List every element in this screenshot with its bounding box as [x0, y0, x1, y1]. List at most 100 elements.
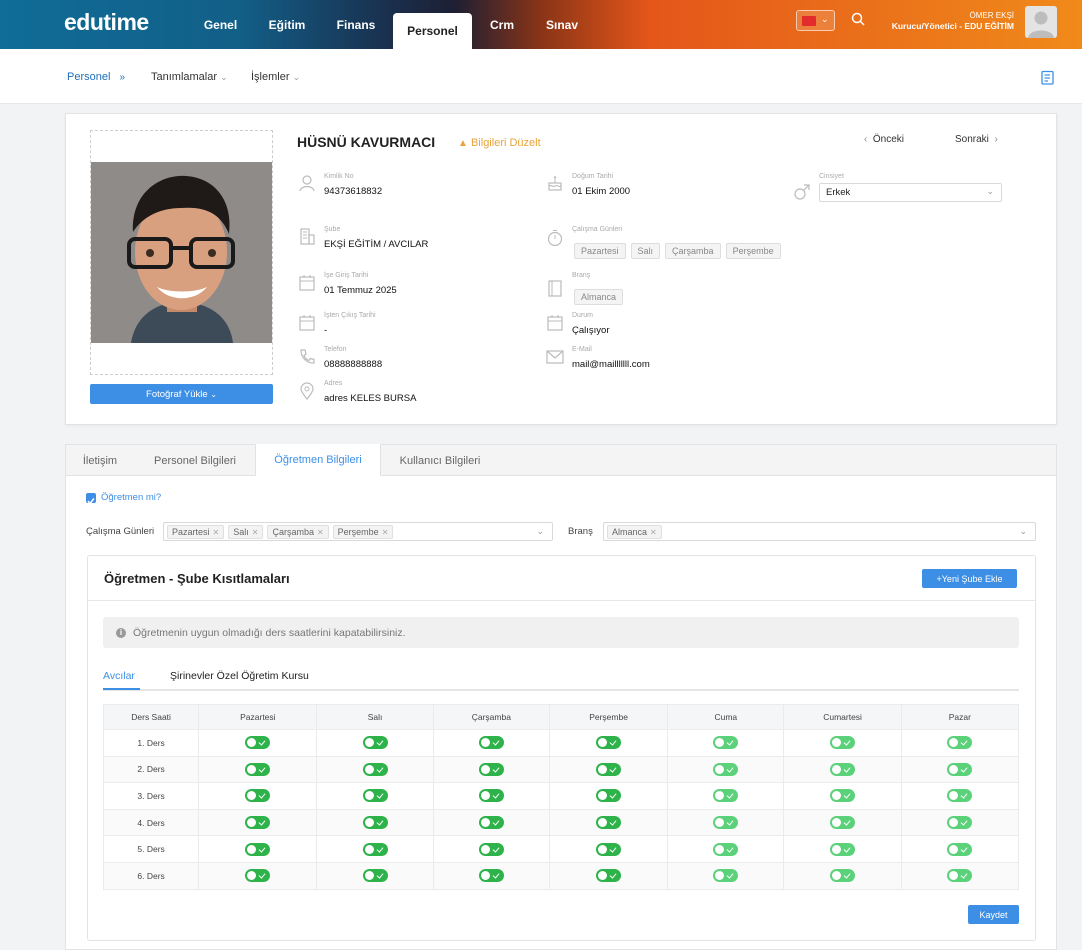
availability-toggle[interactable]: [596, 789, 622, 803]
nav-egitim[interactable]: Eğitim: [259, 0, 315, 49]
is-teacher-checkbox[interactable]: [86, 493, 96, 505]
tab-ogretmen-bilgileri[interactable]: Öğretmen Bilgileri: [255, 444, 381, 476]
add-branch-button[interactable]: +Yeni Şube Ekle: [922, 569, 1017, 588]
nav-sinav[interactable]: Sınav: [537, 0, 587, 49]
column-header: Ders Saati: [102, 704, 200, 730]
user-avatar[interactable]: [1025, 6, 1057, 38]
is-teacher-label[interactable]: Öğretmen mi?: [101, 492, 161, 503]
table-row: 6. Ders: [102, 861, 1020, 890]
availability-toggle[interactable]: [362, 762, 388, 776]
start-date-value: 01 Temmuz 2025: [324, 285, 397, 296]
availability-toggle[interactable]: [830, 762, 856, 776]
availability-toggle[interactable]: [830, 842, 856, 856]
availability-toggle[interactable]: [596, 736, 622, 750]
tc-value: 94373618832: [324, 186, 383, 197]
nav-crm[interactable]: Crm: [480, 0, 524, 49]
availability-toggle[interactable]: [713, 762, 739, 776]
column-header: Pazar: [900, 704, 1020, 730]
tag: Salı: [630, 243, 661, 259]
availability-toggle[interactable]: [362, 842, 388, 856]
availability-toggle[interactable]: [830, 816, 856, 830]
language-selector[interactable]: ⌄: [796, 10, 835, 31]
lesson-label: 2. Ders: [102, 755, 200, 784]
availability-toggle[interactable]: [713, 736, 739, 750]
availability-toggle[interactable]: [947, 869, 973, 883]
schedule-cell: [548, 729, 669, 757]
work-days-tags: Pazartesi Salı Çarşamba Perşembe: [574, 241, 786, 259]
schedule-cell: [198, 755, 318, 784]
availability-toggle[interactable]: [596, 816, 622, 830]
schedule-cell: [783, 861, 902, 890]
availability-toggle[interactable]: [245, 736, 271, 750]
remove-icon: ✕: [251, 527, 259, 537]
menu-islemler[interactable]: İşlemler ⌄: [251, 71, 300, 83]
tab-personel-bilgileri[interactable]: Personel Bilgileri: [136, 445, 254, 476]
schedule-cell: [198, 808, 318, 837]
chip: Almanca ✕: [607, 524, 662, 539]
next-button[interactable]: Sonraki ›: [955, 134, 998, 145]
availability-toggle[interactable]: [713, 842, 739, 856]
work-days-label: Çalışma Günleri: [86, 526, 155, 537]
field-label: Şube: [324, 226, 341, 233]
subject-label: Branş: [568, 526, 593, 537]
work-days-multiselect[interactable]: Pazartesi ✕ Salı ✕ Çarşamba ✕ Perşembe ✕ ⌄: [163, 522, 553, 541]
nav-finans[interactable]: Finans: [326, 0, 386, 49]
availability-toggle[interactable]: [947, 816, 973, 830]
availability-toggle[interactable]: [713, 789, 739, 803]
availability-toggle[interactable]: [830, 736, 856, 750]
schedule-cell: [783, 835, 902, 863]
availability-toggle[interactable]: [362, 869, 388, 883]
field-label: İşe Giriş Tarihi: [324, 272, 369, 279]
breadcrumb-personel[interactable]: Personel »: [67, 71, 125, 83]
nav-personel[interactable]: Personel: [393, 13, 472, 49]
nav-genel[interactable]: Genel: [193, 0, 248, 49]
table-row: 5. Ders: [102, 835, 1020, 863]
availability-toggle[interactable]: [947, 789, 973, 803]
availability-toggle[interactable]: [362, 736, 388, 750]
upload-photo-button[interactable]: Fotoğraf Yükle ⌄: [90, 384, 273, 404]
availability-toggle[interactable]: [713, 816, 739, 830]
user-name: ÖMER EKŞİ: [969, 11, 1014, 20]
availability-toggle[interactable]: [478, 869, 504, 883]
availability-toggle[interactable]: [362, 816, 388, 830]
gender-select[interactable]: Erkek ⌄: [819, 183, 1002, 202]
availability-toggle[interactable]: [478, 736, 504, 750]
availability-toggle[interactable]: [245, 842, 271, 856]
availability-toggle[interactable]: [947, 736, 973, 750]
availability-toggle[interactable]: [245, 789, 271, 803]
tag: Almanca: [574, 289, 624, 305]
phone-value: 08888888888: [324, 359, 383, 370]
previous-button[interactable]: ‹ Önceki: [864, 134, 904, 145]
divider: [88, 600, 1035, 601]
availability-toggle[interactable]: [478, 816, 504, 830]
availability-toggle[interactable]: [947, 762, 973, 776]
app-logo[interactable]: edutime: [64, 9, 149, 36]
notes-icon[interactable]: [1041, 70, 1055, 85]
availability-toggle[interactable]: [245, 816, 271, 830]
save-button[interactable]: Kaydet: [968, 905, 1019, 924]
search-icon[interactable]: [851, 12, 865, 26]
availability-toggle[interactable]: [830, 869, 856, 883]
availability-toggle[interactable]: [596, 842, 622, 856]
menu-tanimlamalar[interactable]: Tanımlamalar ⌄: [151, 71, 228, 83]
availability-toggle[interactable]: [713, 869, 739, 883]
availability-toggle[interactable]: [362, 789, 388, 803]
calendar-icon: [299, 315, 315, 331]
user-info[interactable]: ÖMER EKŞİ Kurucu/Yönetici - EDU EĞİTİM: [892, 10, 1014, 32]
tab-iletisim[interactable]: İletişim: [66, 445, 134, 476]
availability-toggle[interactable]: [947, 842, 973, 856]
availability-toggle[interactable]: [596, 762, 622, 776]
branch-tab-sirinevler[interactable]: Şirinevler Özel Öğretim Kursu: [170, 670, 309, 682]
field-label: Adres: [324, 380, 343, 387]
tab-kullanici-bilgileri[interactable]: Kullanıcı Bilgileri: [382, 445, 498, 476]
edit-info-link[interactable]: ▲ Bilgileri Düzelt: [458, 137, 541, 149]
availability-toggle[interactable]: [478, 762, 504, 776]
subject-multiselect[interactable]: Almanca ✕ ⌄: [603, 522, 1036, 541]
availability-toggle[interactable]: [830, 789, 856, 803]
availability-toggle[interactable]: [596, 869, 622, 883]
availability-toggle[interactable]: [478, 789, 504, 803]
availability-toggle[interactable]: [478, 842, 504, 856]
branch-tab-avcilar[interactable]: Avcılar: [103, 670, 135, 682]
availability-toggle[interactable]: [245, 762, 271, 776]
availability-toggle[interactable]: [245, 869, 271, 883]
